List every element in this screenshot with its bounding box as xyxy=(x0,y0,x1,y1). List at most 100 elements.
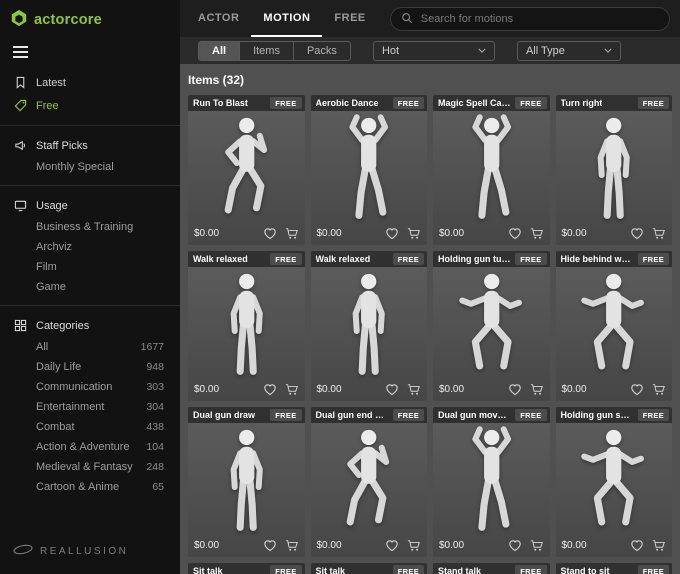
card-actions xyxy=(508,539,544,552)
add-to-cart-icon[interactable] xyxy=(652,227,666,240)
card-title: Sit talk xyxy=(315,566,346,574)
sidebar-item-archviz[interactable]: Archviz xyxy=(0,237,180,257)
actorcore-logo[interactable]: actorcore xyxy=(0,0,180,35)
heart-icon[interactable] xyxy=(263,539,277,552)
heart-icon[interactable] xyxy=(263,383,277,396)
card-footer: $0.00 xyxy=(311,227,428,245)
add-to-cart-icon[interactable] xyxy=(407,227,421,240)
motion-card[interactable]: Holding gun turn to l... FREE $0.00 xyxy=(433,251,550,401)
card-actions xyxy=(385,227,421,240)
heart-icon[interactable] xyxy=(385,227,399,240)
motion-card[interactable]: Turn right FREE $0.00 xyxy=(555,95,672,245)
add-to-cart-icon[interactable] xyxy=(652,383,666,396)
free-badge: FREE xyxy=(515,253,547,265)
motion-card[interactable]: Stand talkFREE$0.00 xyxy=(433,563,550,574)
add-to-cart-icon[interactable] xyxy=(407,539,421,552)
motion-card[interactable]: Magic Spell Cast 05 FREE $0.00 xyxy=(433,95,550,245)
heart-icon[interactable] xyxy=(508,227,522,240)
free-badge: FREE xyxy=(270,97,302,109)
motion-card[interactable]: Dual gun move and ... FREE $0.00 xyxy=(433,407,550,557)
sidebar-item-free[interactable]: Free xyxy=(0,94,180,117)
card-header: Hide behind wall an...FREE xyxy=(555,251,672,267)
card-footer: $0.00 xyxy=(188,383,305,401)
sidebar-item-label: Cartoon & Anime xyxy=(36,481,120,493)
heart-icon[interactable] xyxy=(508,539,522,552)
motion-card[interactable]: Sit talkFREE$0.00 xyxy=(310,563,427,574)
heart-icon[interactable] xyxy=(630,383,644,396)
sidebar-item-combat[interactable]: Combat 438 xyxy=(0,417,180,437)
heart-icon[interactable] xyxy=(385,383,399,396)
tab-motion[interactable]: MOTION xyxy=(251,0,323,37)
motion-card[interactable]: Holding gun shootingFREE $0.00 xyxy=(555,407,673,557)
sidebar-item-daily-life[interactable]: Daily Life 948 xyxy=(0,357,180,377)
sidebar-item-film[interactable]: Film xyxy=(0,257,180,277)
sidebar-item-medieval-fantasy[interactable]: Medieval & Fantasy 248 xyxy=(0,457,180,477)
add-to-cart-icon[interactable] xyxy=(530,227,544,240)
motion-card[interactable]: Dual gun draw FREE $0.00 xyxy=(188,407,305,557)
segment-packs[interactable]: Packs xyxy=(292,41,350,60)
add-to-cart-icon[interactable] xyxy=(285,227,299,240)
sidebar-item-label: Communication xyxy=(36,381,113,393)
menu-toggle-button[interactable] xyxy=(0,35,44,65)
motion-card[interactable]: Run To Blast FREE $0.00 xyxy=(188,95,305,245)
sidebar-item-cartoon-anime[interactable]: Cartoon & Anime 65 xyxy=(0,477,180,497)
sidebar-item-entertainment[interactable]: Entertainment 304 xyxy=(0,397,180,417)
heart-icon[interactable] xyxy=(508,383,522,396)
card-title: Dual gun move and ... xyxy=(438,410,511,420)
type-dropdown[interactable]: All Type xyxy=(516,40,621,61)
price-label: $0.00 xyxy=(561,384,587,395)
sidebar-item-game[interactable]: Game xyxy=(0,277,180,297)
sidebar-item-count: 248 xyxy=(146,461,164,473)
motion-card[interactable]: Sit talkFREE$0.00 xyxy=(188,563,305,574)
hamburger-icon xyxy=(13,46,28,48)
motion-card[interactable]: Dual gun end pose FREE $0.00 xyxy=(310,407,428,557)
add-to-cart-icon[interactable] xyxy=(285,539,299,552)
add-to-cart-icon[interactable] xyxy=(407,383,421,396)
card-title: Dual gun draw xyxy=(193,410,256,420)
divider xyxy=(0,305,180,306)
mannequin-figure xyxy=(556,267,673,383)
sidebar-item-communication[interactable]: Communication 303 xyxy=(0,377,180,397)
segment-items[interactable]: Items xyxy=(239,41,293,60)
card-title: Holding gun shooting xyxy=(560,410,634,420)
sidebar-item-action-adventure[interactable]: Action & Adventure 104 xyxy=(0,437,180,457)
segment-all[interactable]: All xyxy=(199,41,240,60)
tab-actor[interactable]: ACTOR xyxy=(186,0,251,37)
sidebar-item-business-training[interactable]: Business & Training xyxy=(0,217,180,237)
price-label: $0.00 xyxy=(561,228,587,239)
add-to-cart-icon[interactable] xyxy=(652,539,666,552)
motion-card[interactable]: Walk relaxed FREE $0.00 xyxy=(188,251,305,401)
heart-icon[interactable] xyxy=(385,539,399,552)
motion-card[interactable]: Aerobic Dance FREE $0.00 xyxy=(310,95,428,245)
tab-free[interactable]: FREE xyxy=(322,0,377,37)
sidebar-item-count: 303 xyxy=(146,381,164,393)
reallusion-wordmark: REALLUSION xyxy=(40,545,129,557)
sidebar-item-latest[interactable]: Latest xyxy=(0,71,180,94)
add-to-cart-icon[interactable] xyxy=(530,383,544,396)
motion-card[interactable]: Stand to sitFREE$0.00 xyxy=(555,563,672,574)
sidebar-item-monthly-special[interactable]: Monthly Special xyxy=(0,157,180,177)
card-header: Dual gun draw FREE xyxy=(188,407,305,423)
heart-icon[interactable] xyxy=(263,227,277,240)
search-box[interactable] xyxy=(389,6,670,31)
mannequin-figure xyxy=(433,111,550,227)
sort-dropdown[interactable]: Hot xyxy=(372,40,495,61)
heart-icon[interactable] xyxy=(630,539,644,552)
add-to-cart-icon[interactable] xyxy=(530,539,544,552)
card-footer: $0.00 xyxy=(311,539,428,557)
free-badge: FREE xyxy=(270,565,302,574)
card-header: Walk relaxed FREE xyxy=(188,251,305,267)
mannequin-figure xyxy=(311,423,428,539)
motion-card[interactable]: Walk relaxed FREE $0.00 xyxy=(310,251,427,401)
mannequin-figure xyxy=(556,423,673,539)
card-footer: $0.00 xyxy=(433,227,550,245)
heart-icon[interactable] xyxy=(630,227,644,240)
free-badge: FREE xyxy=(270,253,302,265)
results-area: Items (32) Run To Blast FREE $0.00 Aerobic … xyxy=(180,64,680,574)
motion-card[interactable]: Hide behind wall an...FREE $0.00 xyxy=(555,251,673,401)
free-badge: FREE xyxy=(637,253,669,265)
card-footer: $0.00 xyxy=(433,383,550,401)
add-to-cart-icon[interactable] xyxy=(285,383,299,396)
search-input[interactable] xyxy=(420,12,659,25)
sidebar-item-all[interactable]: All 1677 xyxy=(0,337,180,357)
